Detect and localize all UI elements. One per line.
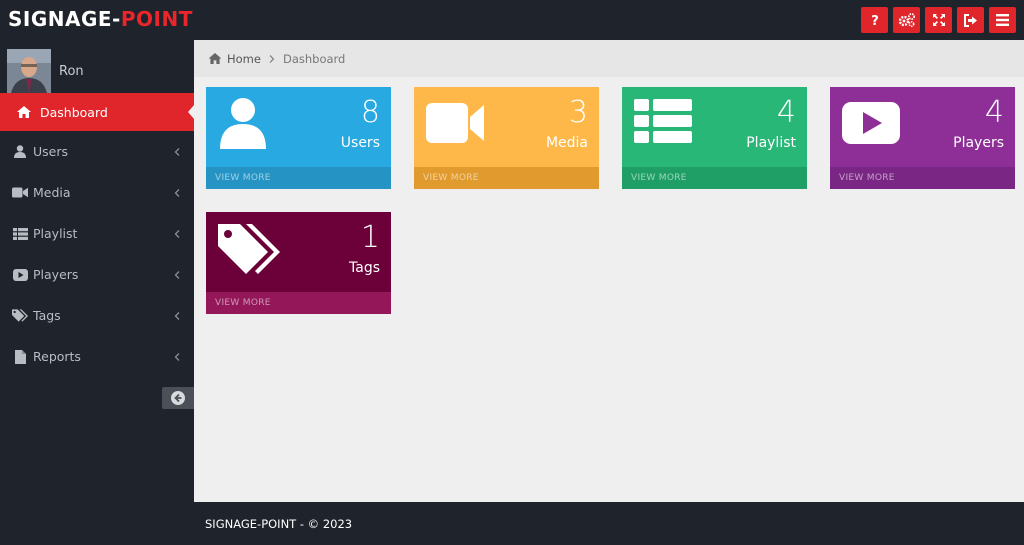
sidebar-collapse-button[interactable] <box>162 387 194 409</box>
sidebar-item-reports[interactable]: Reports <box>0 336 194 377</box>
sidebar-item-label: Users <box>33 144 69 159</box>
tile-label: Playlist <box>746 135 796 151</box>
sidebar-item-dashboard[interactable]: Dashboard <box>0 93 194 131</box>
video-camera-icon <box>426 103 484 143</box>
sidebar-item-label: Tags <box>33 308 61 323</box>
home-icon <box>208 53 222 64</box>
sidebar-item-users[interactable]: Users <box>0 131 194 172</box>
top-header: SIGNAGE-POINT ? <box>0 0 1024 40</box>
sidebar-item-label: Playlist <box>33 226 78 241</box>
tile-count: 3 <box>568 95 588 130</box>
view-more-link[interactable]: VIEW MORE <box>830 167 1015 189</box>
breadcrumb-home[interactable]: Home <box>208 52 261 66</box>
chevron-left-icon <box>174 188 180 197</box>
view-more-link[interactable]: VIEW MORE <box>622 167 807 189</box>
sign-out-icon <box>964 13 977 27</box>
tile-count: 4 <box>776 95 796 130</box>
main-content: Home Dashboard 8 Users VIEW MORE 3 Media… <box>194 40 1024 502</box>
sidebar-item-label: Media <box>33 185 71 200</box>
tile-players: 4 Players VIEW MORE <box>830 87 1015 189</box>
list-icon <box>634 99 692 143</box>
question-icon: ? <box>871 14 879 27</box>
sidebar: Ron Dashboard Users Media Playlist Playe… <box>0 40 194 502</box>
sidebar-item-label: Reports <box>33 349 81 364</box>
tile-label: Users <box>340 135 380 151</box>
view-more-link[interactable]: VIEW MORE <box>414 167 599 189</box>
chevron-right-icon <box>269 54 275 63</box>
chevron-left-icon <box>174 352 180 361</box>
tile-tags: 1 Tags VIEW MORE <box>206 212 391 314</box>
list-icon <box>12 226 28 242</box>
view-more-link[interactable]: VIEW MORE <box>206 292 391 314</box>
chevron-left-icon <box>174 229 180 238</box>
breadcrumb: Home Dashboard <box>194 40 1024 77</box>
sidebar-item-media[interactable]: Media <box>0 172 194 213</box>
tile-label: Players <box>953 135 1004 151</box>
chevron-left-icon <box>174 270 180 279</box>
user-icon <box>220 98 266 149</box>
help-button[interactable]: ? <box>861 7 888 33</box>
youtube-play-icon <box>842 102 900 144</box>
sidebar-item-label: Players <box>33 267 79 282</box>
expand-icon <box>932 14 945 26</box>
tile-playlist: 4 Playlist VIEW MORE <box>622 87 807 189</box>
video-camera-icon <box>12 185 28 201</box>
tile-count: 4 <box>984 95 1004 130</box>
play-icon <box>12 267 28 283</box>
tile-media: 3 Media VIEW MORE <box>414 87 599 189</box>
arrow-circle-left-icon <box>171 391 185 405</box>
file-icon <box>12 349 28 365</box>
tile-users: 8 Users VIEW MORE <box>206 87 391 189</box>
avatar[interactable] <box>7 49 51 93</box>
sidebar-menu: Dashboard Users Media Playlist Players T… <box>0 93 194 377</box>
tags-icon <box>12 308 28 324</box>
tags-icon <box>218 224 280 274</box>
footer-text: SIGNAGE-POINT - © 2023 <box>205 516 353 531</box>
breadcrumb-separator <box>269 54 275 63</box>
view-more-link[interactable]: VIEW MORE <box>206 167 391 189</box>
footer: SIGNAGE-POINT - © 2023 <box>194 502 1024 545</box>
brand-part2: POINT <box>120 7 193 31</box>
bars-icon <box>996 14 1009 26</box>
brand-logo[interactable]: SIGNAGE-POINT <box>8 6 193 32</box>
tile-label: Tags <box>349 260 380 276</box>
home-icon <box>16 104 32 120</box>
sidebar-item-tags[interactable]: Tags <box>0 295 194 336</box>
settings-button[interactable] <box>893 7 920 33</box>
tile-count: 1 <box>360 220 380 255</box>
user-panel: Ron <box>0 40 194 93</box>
svg-text:?: ? <box>871 14 879 27</box>
gears-icon <box>898 13 915 28</box>
user-name: Ron <box>59 64 84 79</box>
chevron-left-icon <box>174 147 180 156</box>
fullscreen-button[interactable] <box>925 7 952 33</box>
chevron-left-icon <box>174 311 180 320</box>
sidebar-item-playlist[interactable]: Playlist <box>0 213 194 254</box>
logout-button[interactable] <box>957 7 984 33</box>
brand-part1: SIGNAGE- <box>8 7 121 31</box>
tile-label: Media <box>545 135 588 151</box>
breadcrumb-home-label: Home <box>227 51 261 66</box>
tile-count: 8 <box>360 95 380 130</box>
breadcrumb-current: Dashboard <box>282 51 346 66</box>
avatar-photo-icon <box>7 49 51 93</box>
sidebar-item-players[interactable]: Players <box>0 254 194 295</box>
menu-button[interactable] <box>989 7 1016 33</box>
user-icon <box>12 144 28 160</box>
sidebar-item-label: Dashboard <box>40 104 108 120</box>
